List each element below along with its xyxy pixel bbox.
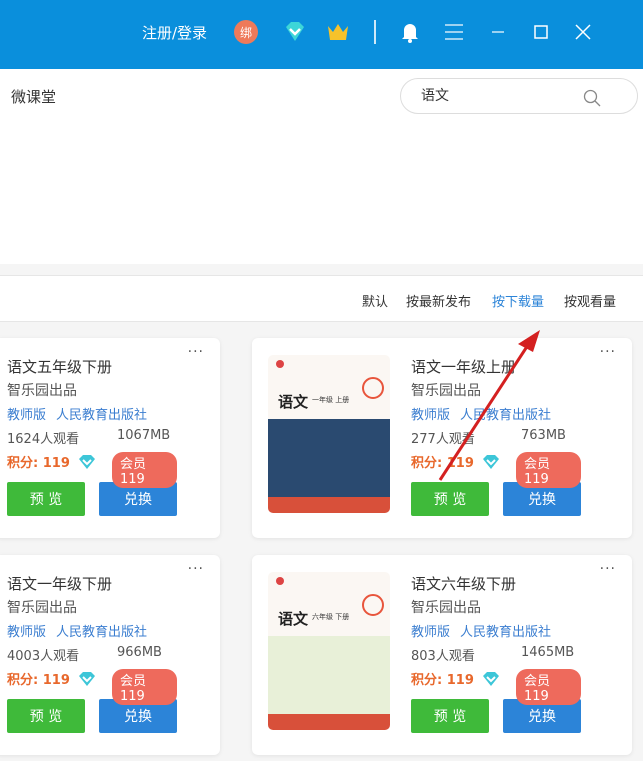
cover-title: 语文: [278, 393, 309, 411]
edition-tag[interactable]: 教师版: [7, 625, 46, 640]
publisher: 智乐园出品: [411, 383, 481, 399]
publisher: 智乐园出品: [411, 600, 481, 616]
cover-grade: 六年级 下册: [312, 613, 350, 621]
preview-button[interactable]: 预 览: [7, 699, 85, 733]
file-size: 1067MB: [117, 428, 171, 443]
book-cover[interactable]: 语文 六年级 下册: [268, 572, 390, 730]
bind-badge[interactable]: 绑: [234, 20, 258, 44]
diamond-icon: [78, 672, 95, 686]
cover-title: 语文: [278, 610, 309, 628]
edition-tag[interactable]: 教师版: [7, 408, 46, 423]
more-icon[interactable]: ···: [600, 344, 616, 360]
edition-tag[interactable]: 教师版: [411, 625, 450, 640]
sort-views[interactable]: 按观看量: [564, 291, 616, 310]
course-card[interactable]: 语文 六年级 下册 ··· 语文六年级下册 智乐园出品 教师版 人民教育出版社 8…: [252, 555, 632, 755]
title-bar: 注册/登录 绑: [0, 0, 643, 69]
diamond-icon[interactable]: [283, 20, 307, 44]
sort-bar: 默认 按最新发布 按下载量 按观看量: [0, 275, 643, 322]
divider: [374, 20, 376, 44]
view-count: 4003人观看: [7, 649, 80, 664]
course-title[interactable]: 语文一年级上册: [411, 356, 581, 380]
vip-price-badge: 会员119: [516, 452, 581, 488]
sort-default[interactable]: 默认: [362, 291, 388, 310]
points-price: 积分: 119: [7, 673, 70, 688]
login-link[interactable]: 注册/登录: [142, 20, 207, 44]
press-tag[interactable]: 人民教育出版社: [56, 625, 147, 640]
view-count: 277人观看: [411, 432, 475, 447]
diamond-icon: [482, 672, 499, 686]
course-card[interactable]: ··· 语文五年级下册 智乐园出品 教师版 人民教育出版社 1624人观看 1067…: [0, 338, 220, 538]
vip-price-badge: 会员119: [112, 452, 177, 488]
file-size: 966MB: [117, 645, 162, 660]
close-icon[interactable]: [574, 20, 592, 44]
preview-button[interactable]: 预 览: [7, 482, 85, 516]
course-card[interactable]: 语文 一年级 上册 ··· 语文一年级上册 智乐园出品 教师版 人民教育出版社 2…: [252, 338, 632, 538]
more-icon[interactable]: ···: [188, 344, 204, 360]
menu-icon[interactable]: [444, 20, 464, 44]
course-title[interactable]: 语文一年级下册: [7, 573, 177, 597]
view-count: 1624人观看: [7, 432, 80, 447]
points-price: 积分: 119: [411, 456, 474, 471]
edition-tag[interactable]: 教师版: [411, 408, 450, 423]
press-tag[interactable]: 人民教育出版社: [56, 408, 147, 423]
book-cover[interactable]: 语文 一年级 上册: [268, 355, 390, 513]
view-count: 803人观看: [411, 649, 475, 664]
press-tag[interactable]: 人民教育出版社: [460, 625, 551, 640]
vip-price-badge: 会员119: [112, 669, 177, 705]
cover-grade: 一年级 上册: [312, 396, 350, 404]
file-size: 1465MB: [521, 645, 575, 660]
search-box[interactable]: [400, 78, 638, 114]
banner-area: [0, 127, 643, 264]
sort-downloads[interactable]: 按下载量: [492, 291, 544, 310]
publisher: 智乐园出品: [7, 383, 77, 399]
points-price: 积分: 119: [7, 456, 70, 471]
crown-icon[interactable]: [326, 20, 350, 44]
page-title: 微课堂: [11, 88, 57, 106]
sort-newest[interactable]: 按最新发布: [406, 291, 471, 310]
preview-button[interactable]: 预 览: [411, 699, 489, 733]
minimize-icon[interactable]: [490, 20, 506, 44]
nav-bar: 微课堂: [0, 69, 643, 127]
search-icon[interactable]: [583, 89, 601, 107]
more-icon[interactable]: ···: [600, 561, 616, 577]
more-icon[interactable]: ···: [188, 561, 204, 577]
search-input[interactable]: [421, 87, 581, 103]
preview-button[interactable]: 预 览: [411, 482, 489, 516]
diamond-icon: [78, 455, 95, 469]
diamond-icon: [482, 455, 499, 469]
points-price: 积分: 119: [411, 673, 474, 688]
course-title[interactable]: 语文六年级下册: [411, 573, 581, 597]
vip-price-badge: 会员119: [516, 669, 581, 705]
course-card[interactable]: ··· 语文一年级下册 智乐园出品 教师版 人民教育出版社 4003人观看 966M…: [0, 555, 220, 755]
course-title[interactable]: 语文五年级下册: [7, 356, 177, 380]
bell-icon[interactable]: [400, 20, 420, 44]
publisher: 智乐园出品: [7, 600, 77, 616]
maximize-icon[interactable]: [533, 20, 549, 44]
press-tag[interactable]: 人民教育出版社: [460, 408, 551, 423]
file-size: 763MB: [521, 428, 566, 443]
